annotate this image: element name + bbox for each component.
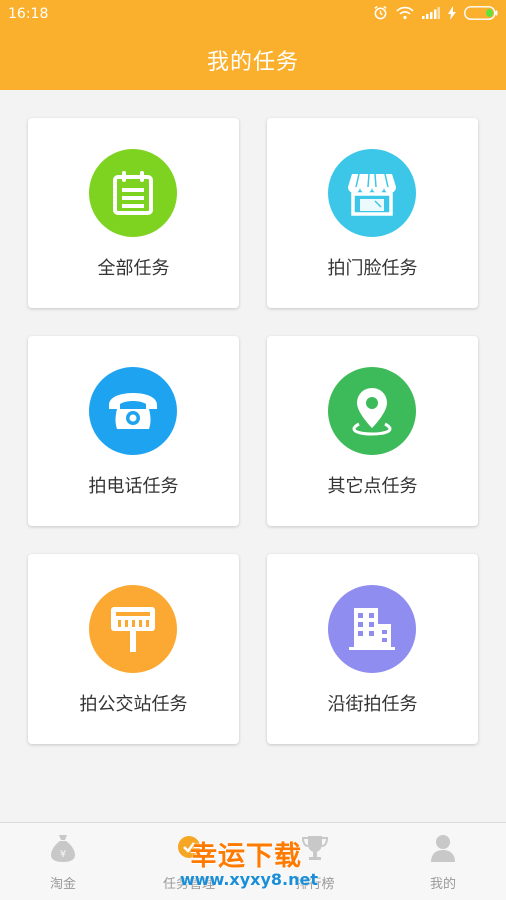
task-icon-circle bbox=[89, 585, 177, 673]
nav-item-taojin[interactable]: ¥ 淘金 bbox=[0, 823, 126, 900]
task-icon bbox=[178, 836, 200, 858]
task-icon-circle bbox=[89, 149, 177, 237]
task-grid: 全部任务 拍门脸任务 拍电话任务 其它点任务 拍公交站任务 沿街拍任务 bbox=[28, 118, 478, 746]
storefront-icon bbox=[348, 173, 396, 216]
task-card-street[interactable]: 沿街拍任务 bbox=[267, 554, 478, 744]
bus-stop-icon bbox=[111, 607, 155, 652]
telephone-icon bbox=[109, 393, 157, 429]
task-label: 沿街拍任务 bbox=[327, 694, 418, 715]
nav-label: 任务管理 bbox=[162, 877, 215, 892]
task-label: 其它点任务 bbox=[327, 476, 418, 497]
nav-item-leaderboard[interactable]: 排行榜 bbox=[252, 823, 378, 900]
task-label: 拍门脸任务 bbox=[327, 258, 418, 279]
wifi-icon bbox=[396, 6, 414, 19]
status-icons bbox=[373, 5, 498, 20]
task-label: 全部任务 bbox=[97, 258, 170, 279]
user-icon bbox=[431, 835, 455, 862]
nav-label: 淘金 bbox=[49, 877, 76, 892]
status-bar: 16:18 bbox=[0, 0, 506, 30]
task-card-telephone[interactable]: 拍电话任务 bbox=[28, 336, 239, 526]
money-bag-icon: ¥ bbox=[51, 835, 75, 862]
alarm-icon bbox=[374, 5, 387, 20]
task-card-storefront[interactable]: 拍门脸任务 bbox=[267, 118, 478, 308]
nav-item-task-management[interactable]: 任务管理 bbox=[126, 823, 252, 900]
header-bar: 16:18 我的任务 bbox=[0, 0, 506, 90]
battery-icon bbox=[464, 5, 498, 20]
page-title: 我的任务 bbox=[206, 50, 299, 75]
nav-label: 我的 bbox=[429, 877, 456, 892]
task-icon-circle bbox=[89, 367, 177, 455]
status-time: 16:18 bbox=[8, 6, 49, 22]
calendar-icon bbox=[113, 171, 153, 215]
svg-text:¥: ¥ bbox=[60, 849, 66, 860]
task-card-all[interactable]: 全部任务 bbox=[28, 118, 239, 308]
nav-label: 排行榜 bbox=[295, 877, 335, 892]
task-icon-circle bbox=[328, 149, 416, 237]
signal-icon bbox=[422, 6, 440, 19]
trophy-icon bbox=[302, 836, 328, 860]
bottom-nav: ¥ 淘金 任务管理 排行榜 我的 bbox=[0, 822, 506, 900]
task-label: 拍电话任务 bbox=[88, 476, 179, 497]
task-icon-circle bbox=[328, 585, 416, 673]
nav-item-mine[interactable]: 我的 bbox=[380, 823, 506, 900]
task-icon-circle bbox=[328, 367, 416, 455]
task-label: 拍公交站任务 bbox=[79, 694, 188, 715]
task-card-bus-stop[interactable]: 拍公交站任务 bbox=[28, 554, 239, 744]
task-card-other-point[interactable]: 其它点任务 bbox=[267, 336, 478, 526]
building-icon bbox=[349, 608, 395, 650]
location-pin-icon bbox=[352, 388, 392, 436]
charging-icon bbox=[448, 5, 456, 20]
